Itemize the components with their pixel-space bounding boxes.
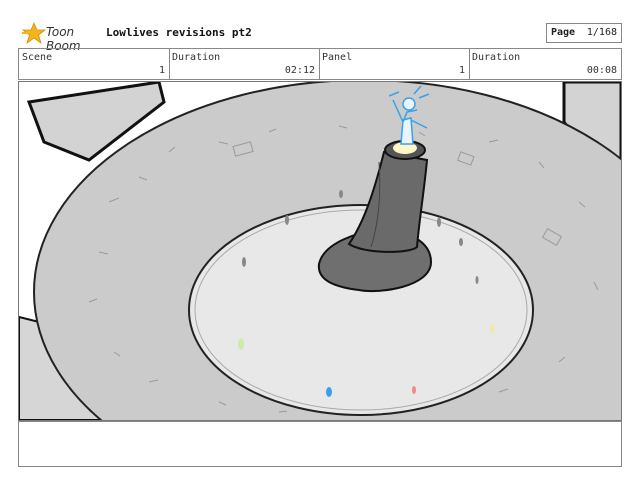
scene-label: Scene bbox=[22, 52, 53, 63]
storyboard-panel-image[interactable] bbox=[18, 81, 622, 421]
yellow-marker bbox=[490, 324, 494, 334]
panel-info-bar: Scene 1 Duration 02:12 Panel 1 Duration … bbox=[18, 48, 622, 80]
header: Toon Boom Lowlives revisions pt2 Page 1/… bbox=[18, 20, 622, 53]
page-label: Page bbox=[551, 27, 576, 38]
panel-notes[interactable] bbox=[18, 421, 622, 467]
panel-duration-cell: Duration 00:08 bbox=[469, 49, 621, 79]
panel-label: Panel bbox=[322, 52, 353, 63]
scene-value: 1 bbox=[158, 65, 165, 76]
red-marker bbox=[412, 386, 416, 394]
scene-duration-value: 02:12 bbox=[284, 65, 315, 76]
star-logo-icon bbox=[21, 21, 47, 45]
page-indicator: Page 1/168 bbox=[546, 23, 622, 43]
panel-drawing bbox=[19, 82, 621, 420]
blue-marker bbox=[326, 387, 332, 397]
panel-value: 1 bbox=[458, 65, 465, 76]
scene-duration-label: Duration bbox=[172, 52, 221, 63]
page-value: 1/168 bbox=[586, 27, 617, 38]
green-marker bbox=[238, 338, 244, 350]
panel-duration-label: Duration bbox=[472, 52, 521, 63]
scene-duration-cell: Duration 02:12 bbox=[169, 49, 320, 79]
scene-cell: Scene 1 bbox=[19, 49, 170, 79]
panel-duration-value: 00:08 bbox=[586, 65, 617, 76]
panel-cell: Panel 1 bbox=[319, 49, 470, 79]
document-title: Lowlives revisions pt2 bbox=[106, 26, 252, 39]
toon-boom-logo: Toon Boom bbox=[21, 21, 112, 53]
